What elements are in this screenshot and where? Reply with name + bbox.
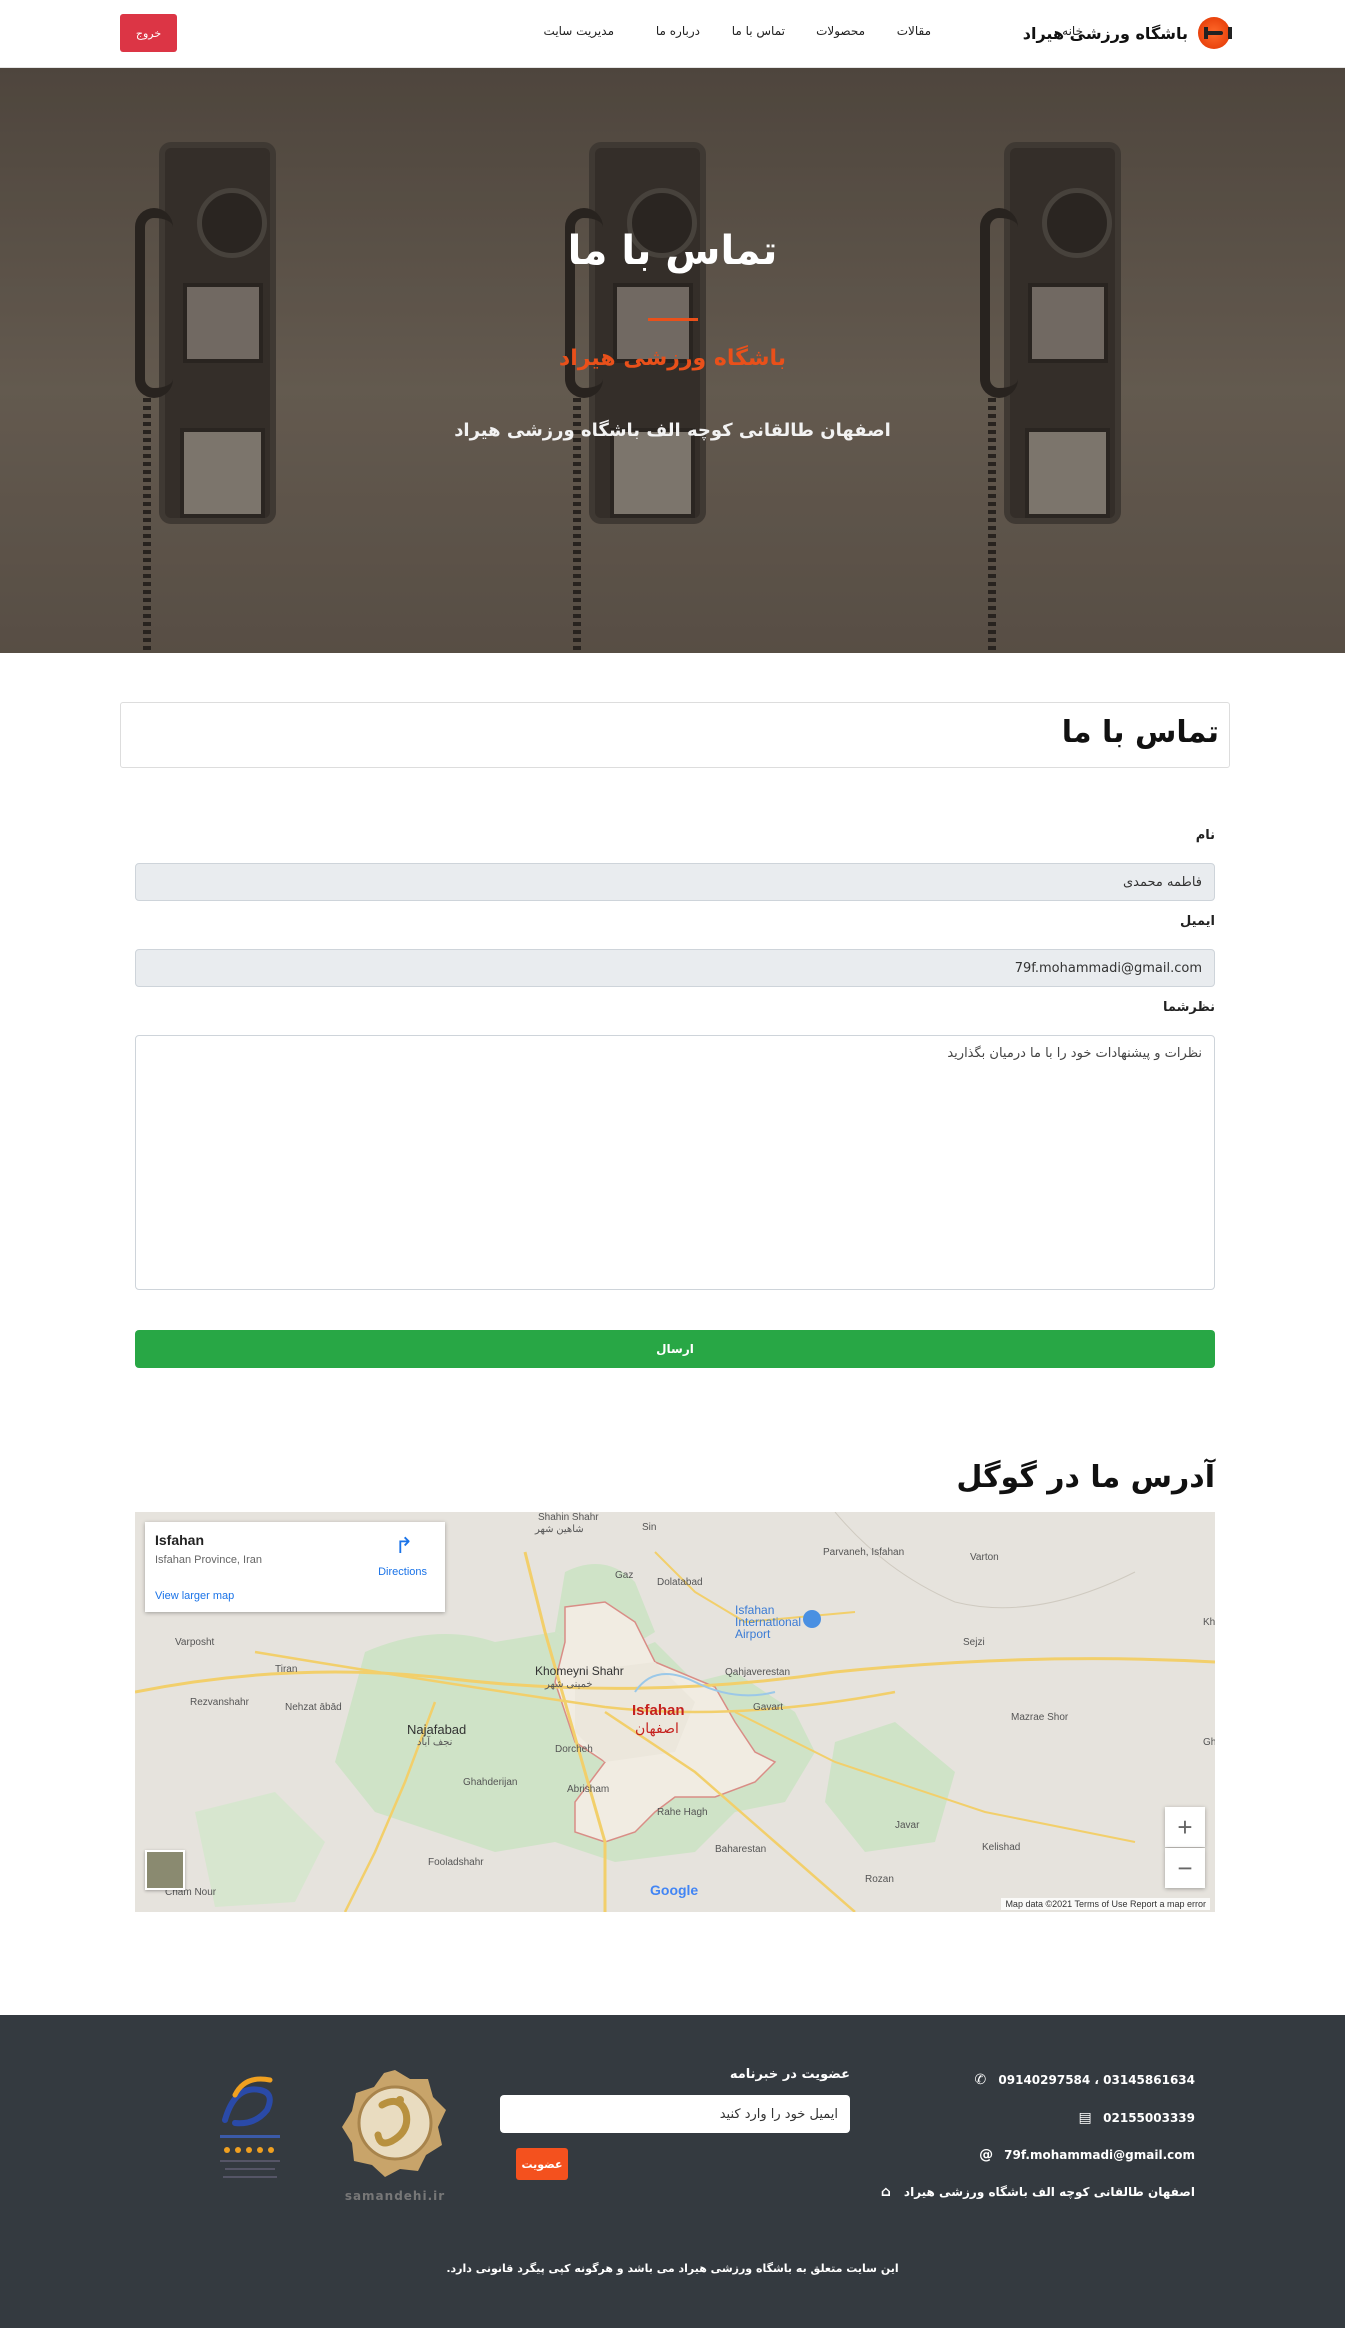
map-place-label: Rezvanshahr: [190, 1697, 249, 1708]
email-value: 79f.mohammadi@gmail.com: [1014, 960, 1202, 976]
map-place-label: Kh: [1203, 1617, 1215, 1628]
map-place-label: Tiran: [275, 1664, 298, 1675]
map-place-label: Isfahan International Airport: [735, 1603, 802, 1641]
map-city-label-fa: اصفهان: [635, 1720, 679, 1736]
map-attribution[interactable]: Map data ©2021 Terms of Use Report a map…: [1001, 1898, 1210, 1910]
directions-link[interactable]: Directions: [378, 1566, 427, 1578]
email-label: ایمیل: [1180, 914, 1215, 929]
contact-heading-card: تماس با ما: [120, 702, 1230, 768]
hero-divider: [648, 318, 698, 321]
map-place-label: Gavart: [753, 1702, 784, 1713]
map-place-label: خمینی شهر: [545, 1679, 593, 1690]
map-place-label: Rahe Hagh: [657, 1807, 708, 1818]
map-place-label: Gaz: [615, 1570, 634, 1581]
map-place-label: Ghahderijan: [463, 1777, 518, 1788]
map-heading: آدرس ما در گوگل: [956, 1460, 1215, 1495]
hero-banner: تماس با ما باشگاه ورزشی هیراد اصفهان طال…: [0, 68, 1345, 653]
name-value: فاطمه محمدی: [1122, 874, 1202, 890]
enamad-badge[interactable]: [205, 2065, 295, 2205]
map-place-label: Qahjaverestan: [725, 1667, 791, 1678]
google-map[interactable]: Shahin Shahr شاهين شهر Khomeyni Shahr خم…: [135, 1512, 1215, 1912]
map-card-title: Isfahan: [155, 1532, 205, 1548]
directions-icon[interactable]: ↱: [393, 1534, 415, 1560]
map-place-label: Dorcheh: [555, 1744, 593, 1755]
nav-admin[interactable]: مدیریت سایت: [544, 24, 614, 38]
map-place-label: Sin: [642, 1522, 657, 1533]
footer-email-text: 79f.mohammadi@gmail.com: [1004, 2148, 1195, 2162]
map-place-label: Nehzat ābād: [285, 1702, 342, 1713]
logout-button[interactable]: خروج: [120, 14, 177, 52]
view-larger-map-link[interactable]: View larger map: [155, 1590, 234, 1602]
nav-articles[interactable]: مقالات: [897, 24, 931, 38]
footer-phone-text: 09140297584 ، 03145861634: [998, 2073, 1195, 2087]
enamad-logo-icon: [220, 2076, 280, 2178]
map-place-label: Varton: [970, 1552, 999, 1563]
footer-phone: 09140297584 ، 03145861634 ✆: [972, 2072, 1195, 2088]
phone-icon: ✆: [974, 2072, 987, 2088]
hero-subtitle: باشگاه ورزشی هیراد: [558, 346, 787, 371]
map-place-label: Parvaneh, Isfahan: [823, 1547, 905, 1558]
comment-placeholder: نظرات و پیشنهادات خود را با ما درمیان بگ…: [947, 1046, 1202, 1061]
nav-about[interactable]: درباره ما: [656, 24, 700, 38]
footer-email: 79f.mohammadi@gmail.com @: [978, 2147, 1195, 2163]
map-place-label: Sejzi: [963, 1637, 985, 1648]
samandehi-text: samandehi.ir: [344, 2189, 446, 2203]
map-city-label: Isfahan: [632, 1702, 685, 1719]
map-place-label: نجف آباد: [417, 1737, 453, 1748]
map-card-subtitle: Isfahan Province, Iran: [155, 1554, 263, 1566]
nav-home[interactable]: خانه: [1062, 24, 1083, 38]
newsletter-email-input[interactable]: ایمیل خود را وارد کنید: [500, 2095, 850, 2133]
samandehi-badge[interactable]: samandehi.ir: [340, 2065, 450, 2205]
home-icon: ⌂: [880, 2184, 891, 2200]
comment-textarea[interactable]: نظرات و پیشنهادات خود را با ما درمیان بگ…: [135, 1035, 1215, 1290]
map-place-label: Dolatabad: [657, 1577, 703, 1588]
map-info-card: Isfahan Isfahan Province, Iran View larg…: [145, 1522, 445, 1612]
map-place-label: Fooladshahr: [428, 1857, 484, 1868]
map-place-label: شاهين شهر: [535, 1524, 584, 1535]
hero-address: اصفهان طالقانی کوچه الف باشگاه ورزشی هیر…: [454, 420, 891, 441]
newsletter-title: عضویت در خبرنامه: [729, 2067, 850, 2082]
map-place-label: Shahin Shahr: [538, 1512, 599, 1523]
dumbbell-logo-icon: [1198, 17, 1232, 49]
zoom-out-button[interactable]: −: [1165, 1848, 1205, 1888]
nav-contact[interactable]: تماس با ما: [732, 24, 785, 38]
nav-products[interactable]: محصولات: [816, 24, 865, 38]
contact-heading: تماس با ما: [1061, 715, 1219, 750]
fax-icon: ▤: [1078, 2110, 1092, 2126]
name-label: نام: [1195, 828, 1215, 843]
brand[interactable]: باشگاه ورزشی هیراد: [1022, 16, 1232, 50]
hero-title: تماس با ما: [567, 228, 778, 274]
map-place-label: Najafabad: [407, 1722, 467, 1737]
brand-name: باشگاه ورزشی هیراد: [1022, 23, 1188, 43]
newsletter-placeholder: ایمیل خود را وارد کنید: [719, 2106, 838, 2122]
samandehi-seal-icon: [342, 2070, 446, 2177]
map-place-label: Khomeyni Shahr: [535, 1664, 624, 1678]
footer-fax: 02155003339 ▤: [1077, 2110, 1195, 2126]
map-place-label: Rozan: [865, 1874, 894, 1885]
email-input[interactable]: 79f.mohammadi@gmail.com: [135, 949, 1215, 987]
map-place-label: Javar: [895, 1820, 920, 1831]
map-place-label: Gh: [1203, 1737, 1215, 1748]
at-icon: @: [979, 2147, 994, 2163]
navbar: باشگاه ورزشی هیراد خانه مقالات محصولات ت…: [0, 0, 1345, 68]
map-place-label: Kelishad: [982, 1842, 1021, 1853]
google-logo: Google: [650, 1882, 699, 1898]
footer-address: اصفهان طالقانی کوچه الف باشگاه ورزشی هیر…: [878, 2184, 1195, 2200]
footer-fax-text: 02155003339: [1103, 2111, 1195, 2125]
satellite-toggle[interactable]: [145, 1850, 185, 1890]
footer-address-text: اصفهان طالقانی کوچه الف باشگاه ورزشی هیر…: [903, 2185, 1195, 2199]
submit-button[interactable]: ارسال: [135, 1330, 1215, 1368]
map-place-label: Varposht: [175, 1637, 215, 1648]
comment-label: نظرشما: [1162, 1000, 1215, 1015]
footer: [0, 2015, 1345, 2328]
map-place-label: Abrisham: [567, 1784, 610, 1795]
map-place-label: Baharestan: [715, 1844, 767, 1855]
newsletter-subscribe-button[interactable]: عضویت: [516, 2148, 568, 2180]
map-place-label: Mazrae Shor: [1011, 1712, 1069, 1723]
copyright: این سایت متعلق به باشگاه ورزشی هیراد می …: [446, 2262, 899, 2275]
name-input[interactable]: فاطمه محمدی: [135, 863, 1215, 901]
zoom-in-button[interactable]: +: [1165, 1807, 1205, 1847]
